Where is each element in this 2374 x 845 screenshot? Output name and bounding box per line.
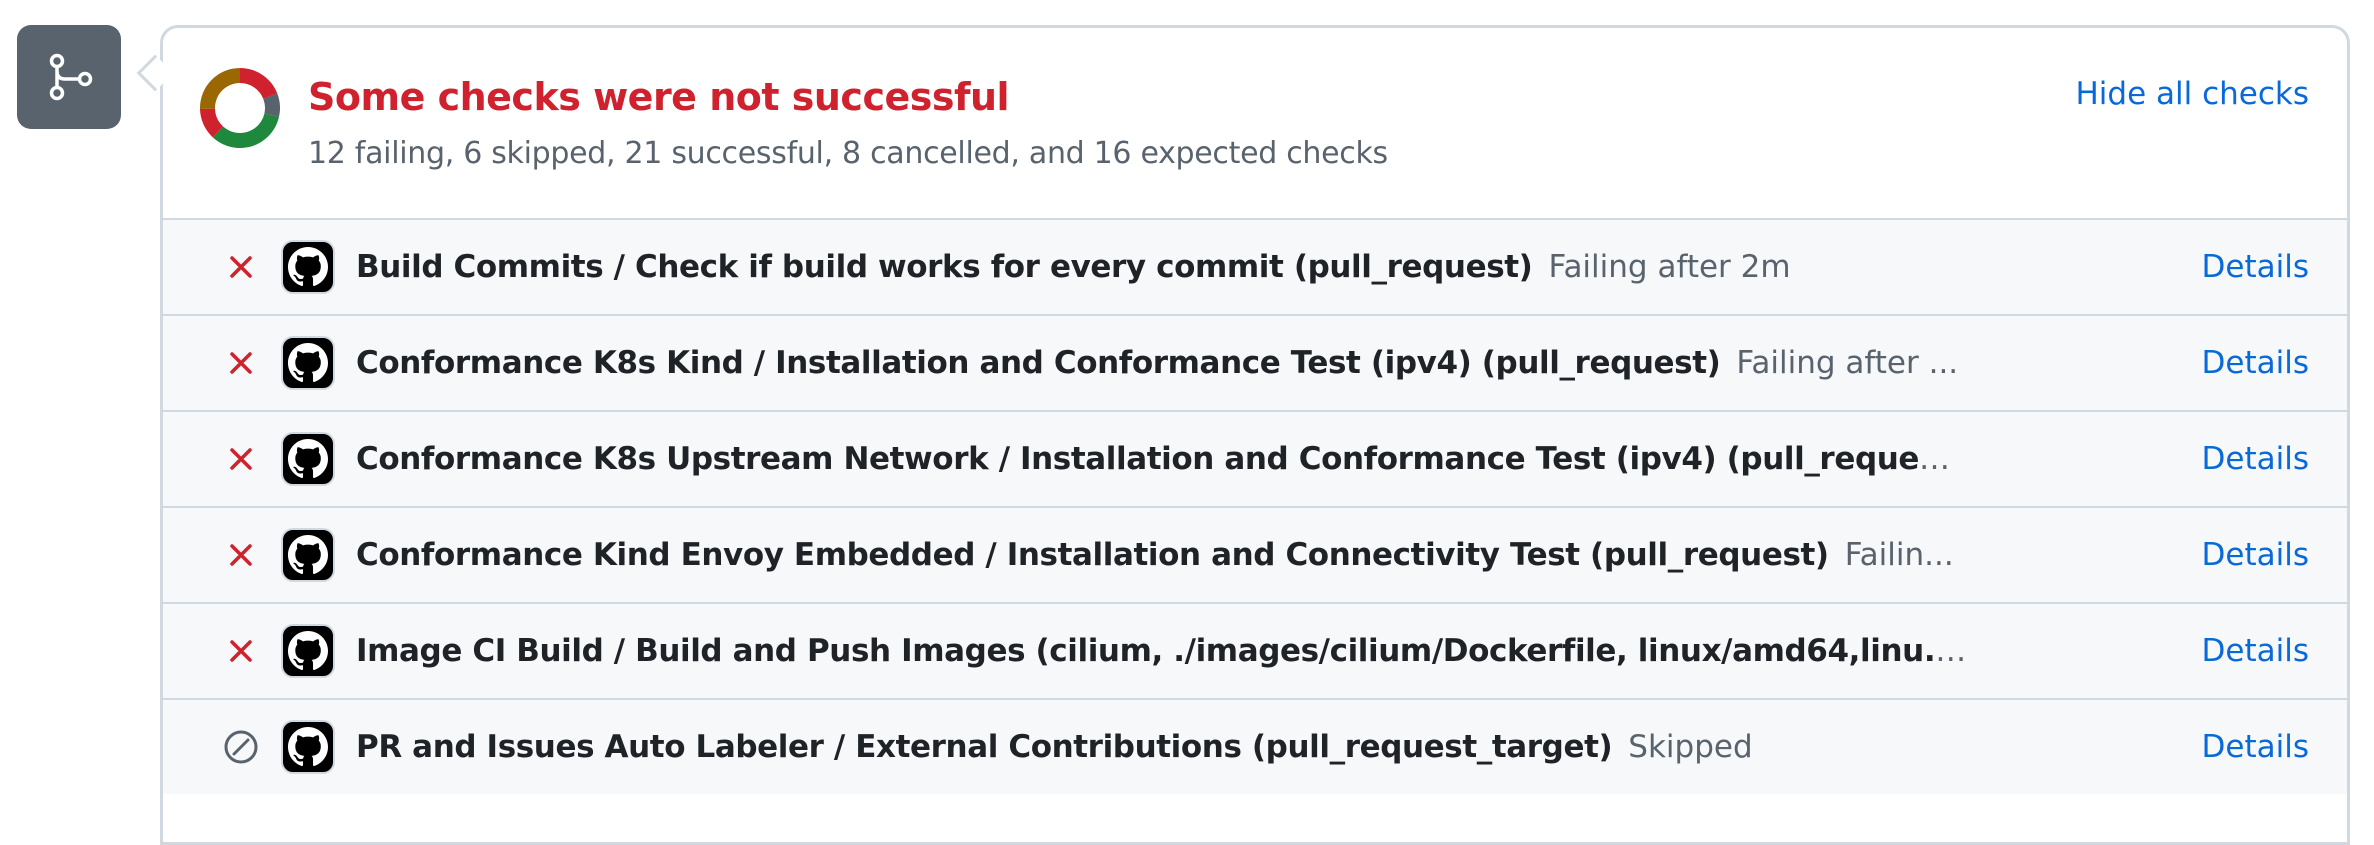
x-icon [223,249,259,285]
details-link[interactable]: Details [2202,441,2309,477]
git-merge-badge [17,25,121,129]
x-icon [223,345,259,381]
github-icon [281,624,335,678]
check-status-text: Failing after 2m [1548,249,1791,285]
x-icon [223,633,259,669]
hide-all-checks-link[interactable]: Hide all checks [2075,76,2309,112]
check-name[interactable]: Conformance K8s Upstream Network / Insta… [356,441,1967,477]
check-name[interactable]: Conformance Kind Envoy Embedded / Instal… [356,537,1829,573]
details-link[interactable]: Details [2202,345,2309,381]
check-name[interactable]: Conformance K8s Kind / Installation and … [356,345,1721,381]
details-link[interactable]: Details [2202,729,2309,765]
check-row: Build Commits / Check if build works for… [163,218,2347,314]
donut-segment-expected [200,68,240,109]
check-row: Conformance K8s Upstream Network / Insta… [163,410,2347,506]
github-icon [281,240,335,294]
git-merge-icon [49,53,93,101]
checks-status-donut [200,68,280,148]
check-row: Conformance Kind Envoy Embedded / Instal… [163,506,2347,602]
check-name[interactable]: Build Commits / Check if build works for… [356,249,1533,285]
github-icon [281,432,335,486]
details-link[interactable]: Details [2202,537,2309,573]
check-status-text: Failin... [1844,537,1954,573]
details-link[interactable]: Details [2202,249,2309,285]
check-status-text: Skipped [1628,729,1753,765]
checks-header: Some checks were not successful 12 faili… [163,28,2347,218]
github-icon [281,336,335,390]
check-name[interactable]: Image CI Build / Build and Push Images (… [356,633,1966,669]
checks-title: Some checks were not successful [308,75,1010,119]
checks-list: Build Commits / Check if build works for… [163,218,2347,794]
checks-card: Some checks were not successful 12 faili… [160,25,2350,845]
github-icon [281,720,335,774]
github-icon [281,528,335,582]
skip-icon [223,729,259,765]
x-icon [223,537,259,573]
donut-segment-failing [240,68,278,99]
check-row: Image CI Build / Build and Push Images (… [163,602,2347,698]
x-icon [223,441,259,477]
check-name[interactable]: PR and Issues Auto Labeler / External Co… [356,729,1613,765]
check-row: PR and Issues Auto Labeler / External Co… [163,698,2347,794]
details-link[interactable]: Details [2202,633,2309,669]
donut-segment-successful [212,113,279,148]
check-status-text: Failing after ... [1736,345,1959,381]
check-row: Conformance K8s Kind / Installation and … [163,314,2347,410]
checks-summary: 12 failing, 6 skipped, 21 successful, 8 … [308,136,1388,171]
